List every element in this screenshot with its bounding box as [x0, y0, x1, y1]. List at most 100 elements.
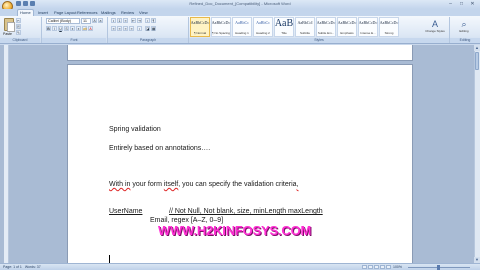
- show-formatting-icon[interactable]: ¶: [151, 18, 156, 23]
- align-left-icon[interactable]: ≡: [111, 26, 116, 31]
- style-sample: AaBbCcDc: [337, 20, 357, 25]
- editing-button[interactable]: ⌕ Editing: [450, 19, 478, 37]
- style-normal[interactable]: AaBbCcDc ¶ Normal: [190, 17, 210, 37]
- title-bar: Refined_Doc_Document_[Compatibility] - M…: [0, 0, 480, 12]
- style-strong[interactable]: AaBbCcDc Strong: [379, 17, 399, 37]
- increase-indent-icon[interactable]: ⇥: [137, 18, 142, 23]
- website-watermark: WWW.H2KINFOSYS.COM: [158, 223, 312, 238]
- styles-gallery: AaBbCcDc ¶ Normal AaBbCcDc ¶ No Spacing …: [190, 17, 400, 37]
- style-intense-emphasis[interactable]: AaBbCcDc Intense E...: [358, 17, 378, 37]
- superscript-button[interactable]: x: [76, 26, 81, 31]
- style-emphasis[interactable]: AaBbCcDc Emphasis: [337, 17, 357, 37]
- text-run: itself: [163, 181, 179, 188]
- group-editing-label: Editing: [450, 38, 480, 43]
- status-words[interactable]: Words: 37: [25, 265, 41, 269]
- align-center-icon[interactable]: ≡: [117, 26, 122, 31]
- doc-line-username: UserName: [109, 208, 143, 215]
- style-sample: AaBbCcDc: [316, 20, 336, 25]
- scrollbar-thumb[interactable]: [475, 52, 479, 70]
- cut-icon[interactable]: ✂: [16, 18, 21, 23]
- style-name: ¶ No Spacing: [212, 31, 230, 35]
- tab-mailings[interactable]: Mailings: [99, 9, 118, 16]
- web-layout-view-icon[interactable]: [374, 265, 379, 269]
- tab-review[interactable]: Review: [119, 9, 136, 16]
- style-sample: AaBbCcDc: [211, 20, 231, 25]
- maximize-button[interactable]: □: [457, 1, 466, 7]
- tab-view[interactable]: View: [137, 9, 150, 16]
- font-name-select[interactable]: Calibri (Body): [46, 18, 80, 24]
- window-title: Refined_Doc_Document_[Compatibility] - M…: [189, 1, 291, 6]
- style-heading-1[interactable]: AaBbCc Heading 1: [232, 17, 252, 37]
- sort-icon[interactable]: ↕: [145, 18, 150, 23]
- print-layout-view-icon[interactable]: [362, 265, 367, 269]
- ribbon: Paste ✂ ⎘ ✎ Clipboard Calibri (Body) 11 …: [0, 16, 480, 44]
- style-heading-2[interactable]: AaBbCc Heading 2: [253, 17, 273, 37]
- scroll-up-arrow-icon[interactable]: ▲: [474, 45, 480, 51]
- borders-icon[interactable]: ▦: [151, 26, 156, 31]
- paste-icon[interactable]: [4, 18, 15, 32]
- text-run: , you can specify the validation criteri…: [178, 181, 297, 188]
- minimize-button[interactable]: –: [446, 1, 455, 7]
- style-name: Intense E...: [360, 31, 376, 35]
- line-spacing-icon[interactable]: ↕: [137, 26, 142, 31]
- style-sample: AaBbCcDc: [358, 20, 378, 25]
- ribbon-tabs: Home Insert Page Layout References Maili…: [0, 9, 480, 16]
- tab-insert[interactable]: Insert: [36, 9, 50, 16]
- text-run: With in: [109, 181, 131, 188]
- style-subtle-emphasis[interactable]: AaBbCcDc Subtle Em...: [316, 17, 336, 37]
- shrink-font-icon[interactable]: a: [98, 18, 103, 23]
- zoom-slider-knob[interactable]: [437, 265, 440, 270]
- previous-page-bottom: [67, 45, 413, 61]
- close-button[interactable]: ✕: [468, 1, 477, 7]
- style-subtitle[interactable]: AaBbCcI Subtitle: [295, 17, 315, 37]
- numbering-icon[interactable]: 1: [117, 18, 122, 23]
- decrease-indent-icon[interactable]: ⇤: [131, 18, 136, 23]
- group-paragraph-label: Paragraph: [108, 38, 188, 43]
- group-styles-label: Styles: [189, 38, 449, 43]
- shading-icon[interactable]: ◪: [145, 26, 150, 31]
- tab-references[interactable]: References: [75, 9, 99, 16]
- zoom-level[interactable]: 100%: [393, 264, 402, 270]
- window-controls: – □ ✕: [446, 1, 477, 7]
- style-name: Emphasis: [340, 31, 354, 35]
- style-name: Strong: [384, 31, 394, 35]
- grow-font-icon[interactable]: A: [92, 18, 97, 23]
- font-color-icon[interactable]: A: [88, 26, 93, 31]
- bullets-icon[interactable]: •: [111, 18, 116, 23]
- full-screen-view-icon[interactable]: [368, 265, 373, 269]
- strikethrough-button[interactable]: S: [64, 26, 69, 31]
- style-name: Subtle Em...: [317, 31, 335, 35]
- change-styles-label: Change Styles: [425, 29, 445, 33]
- status-page-count: Page: 1 of 1 Words: 37: [3, 264, 41, 270]
- justify-icon[interactable]: ≡: [129, 26, 134, 31]
- view-buttons: [362, 265, 391, 269]
- status-bar: Page: 1 of 1 Words: 37 100%: [0, 263, 480, 270]
- change-styles-button[interactable]: A Change Styles: [423, 19, 447, 37]
- copy-icon[interactable]: ⎘: [16, 24, 21, 29]
- style-sample: AaBbCcDc: [190, 20, 210, 25]
- draft-view-icon[interactable]: [386, 265, 391, 269]
- style-name: Heading 1: [235, 31, 249, 35]
- font-size-select[interactable]: 11: [81, 18, 91, 24]
- highlight-icon[interactable]: ab: [82, 26, 87, 31]
- format-painter-icon[interactable]: ✎: [16, 30, 21, 35]
- align-right-icon[interactable]: ≡: [123, 26, 128, 31]
- style-title[interactable]: AaB Title: [274, 17, 294, 37]
- editing-label: Editing: [459, 29, 469, 33]
- multilevel-list-icon[interactable]: ≡: [123, 18, 128, 23]
- change-styles-icon: A: [431, 19, 438, 29]
- status-page[interactable]: Page: 1 of 1: [3, 265, 22, 269]
- vertical-scrollbar[interactable]: ▲ ▼: [474, 45, 480, 263]
- italic-button[interactable]: I: [52, 26, 57, 31]
- bold-button[interactable]: B: [46, 26, 51, 31]
- vertical-ruler: [4, 45, 9, 263]
- group-clipboard-label: Clipboard: [0, 38, 40, 43]
- subscript-button[interactable]: x: [70, 26, 75, 31]
- tab-home[interactable]: Home: [17, 9, 34, 16]
- underline-button[interactable]: U: [58, 26, 63, 31]
- style-no-spacing[interactable]: AaBbCcDc ¶ No Spacing: [211, 17, 231, 37]
- outline-view-icon[interactable]: [380, 265, 385, 269]
- style-name: Title: [281, 31, 287, 35]
- style-sample: AaBbCcDc: [379, 20, 399, 25]
- doc-line-form: With in your form itself, you can specif…: [109, 181, 299, 189]
